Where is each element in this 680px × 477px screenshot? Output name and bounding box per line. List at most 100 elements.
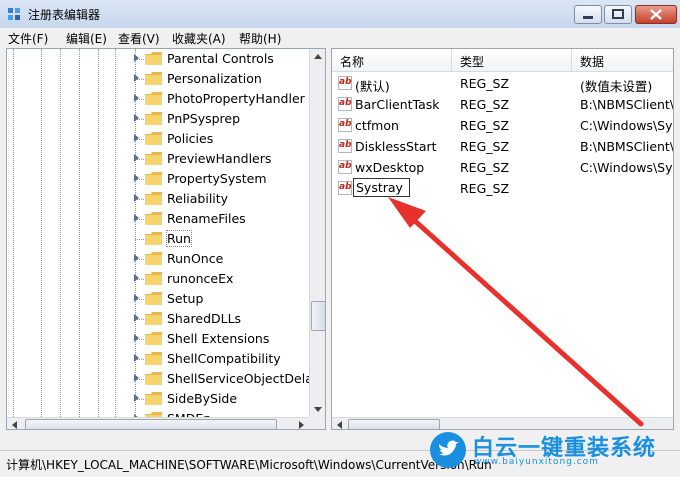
menu-view[interactable]: 查看(V) (118, 30, 160, 47)
expand-arrow-icon[interactable] (134, 374, 139, 382)
scroll-left-icon[interactable] (334, 419, 346, 430)
values-list-pane[interactable]: 名称 类型 数据 ab (默认) REG_SZ (数值未设置) ab BarClientT… (331, 48, 674, 430)
tree-item[interactable]: ShellCompatibility (134, 349, 319, 369)
regedit-app-icon (8, 8, 20, 20)
expand-arrow-icon[interactable] (134, 134, 139, 142)
rename-input[interactable]: Systray (353, 178, 410, 197)
value-type: REG_SZ (460, 118, 510, 133)
menu-help[interactable]: 帮助(H) (239, 30, 281, 47)
tree-item-label: RenameFiles (167, 211, 246, 226)
tree-item-label: Run (166, 230, 192, 247)
tree-item[interactable]: Reliability (134, 189, 319, 209)
tree-item-label: Parental Controls (167, 51, 274, 66)
string-value-icon: ab (338, 97, 352, 111)
tree-item[interactable]: Parental Controls (134, 49, 319, 69)
value-data: C:\Windows\Sys (580, 160, 674, 175)
bird-logo-icon (430, 432, 466, 468)
value-type: REG_SZ (460, 181, 510, 196)
tree-item-label: PnPSysprep (167, 111, 241, 126)
expand-arrow-icon[interactable] (134, 274, 139, 282)
menu-file[interactable]: 文件(F) (8, 30, 48, 47)
expand-arrow-icon[interactable] (134, 314, 139, 322)
tree-item[interactable]: runonceEx (134, 269, 319, 289)
tree-guide-line (98, 49, 99, 419)
value-name: ctfmon (355, 118, 399, 133)
expand-arrow-icon[interactable] (134, 194, 139, 202)
tree-item[interactable]: Policies (134, 129, 319, 149)
maximize-icon (612, 9, 624, 19)
list-header: 名称 类型 数据 (332, 49, 673, 72)
value-name: wxDesktop (355, 160, 425, 175)
minimize-button[interactable] (574, 5, 602, 24)
expand-arrow-icon[interactable] (134, 114, 139, 122)
tree-vertical-scroll-thumb[interactable] (311, 301, 325, 331)
registry-tree-pane[interactable]: Parental Controls Personalization PhotoPro… (6, 48, 326, 430)
folder-icon (145, 292, 162, 305)
tree-vertical-scrollbar[interactable] (309, 49, 326, 419)
tree-item[interactable]: PnPSysprep (134, 109, 319, 129)
expand-arrow-icon[interactable] (134, 154, 139, 162)
expand-arrow-icon[interactable] (134, 354, 139, 362)
tree-item-label: runonceEx (167, 271, 234, 286)
tree-item[interactable]: RunOnce (134, 249, 319, 269)
registry-value-row[interactable]: ab Systray REG_SZ (332, 178, 673, 199)
expand-arrow-icon[interactable] (134, 254, 139, 262)
expand-arrow-icon[interactable] (134, 214, 139, 222)
expand-arrow-icon[interactable] (134, 74, 139, 82)
menu-bar: 文件(F) 编辑(E) 查看(V) 收藏夹(A) 帮助(H) (0, 28, 680, 47)
list-horizontal-scroll-thumb[interactable] (348, 419, 440, 429)
value-data: C:\Windows\Sys (580, 118, 674, 133)
tree-item[interactable]: PreviewHandlers (134, 149, 319, 169)
tree-item[interactable]: ShellServiceObjectDelayL (134, 369, 325, 389)
tree-guide-line (41, 49, 42, 419)
close-button[interactable] (635, 5, 677, 24)
column-header-data[interactable]: 数据 (572, 49, 673, 71)
string-value-icon: ab (338, 139, 352, 153)
menu-edit[interactable]: 编辑(E) (66, 30, 107, 47)
tree-item[interactable]: Shell Extensions (134, 329, 319, 349)
tree-item[interactable]: Run (134, 229, 319, 249)
expand-arrow-icon[interactable] (134, 94, 139, 102)
registry-value-row[interactable]: ab wxDesktop REG_SZ C:\Windows\Sys (332, 157, 674, 178)
scroll-down-icon[interactable] (310, 401, 326, 417)
string-value-icon: ab (338, 181, 352, 195)
maximize-button[interactable] (604, 5, 632, 24)
expand-arrow-icon[interactable] (134, 334, 139, 342)
registry-value-row[interactable]: ab ctfmon REG_SZ C:\Windows\Sys (332, 115, 674, 136)
folder-icon (145, 312, 162, 325)
folder-icon (145, 272, 162, 285)
registry-value-row[interactable]: ab DisklessStart REG_SZ B:\NBMSClient\ (332, 136, 673, 157)
tree-item[interactable]: SideBySide (134, 389, 319, 409)
tree-item-label: Reliability (167, 191, 229, 206)
tree-horizontal-scroll-thumb[interactable] (25, 419, 277, 429)
tree-item[interactable]: Setup (134, 289, 319, 309)
expand-arrow-icon[interactable] (134, 394, 139, 402)
tree-item[interactable]: PropertySystem (134, 169, 319, 189)
value-type: REG_SZ (460, 76, 510, 91)
tree-item[interactable]: RenameFiles (134, 209, 319, 229)
scroll-up-icon[interactable] (310, 49, 326, 65)
expand-arrow-icon[interactable] (134, 174, 139, 182)
string-value-icon: ab (338, 118, 352, 132)
column-header-name[interactable]: 名称 (332, 49, 452, 71)
tree-guide-line (60, 49, 61, 419)
registry-value-row[interactable]: ab (默认) REG_SZ (数值未设置) (332, 73, 673, 94)
folder-icon (145, 92, 162, 105)
scroll-right-icon[interactable] (295, 419, 307, 430)
registry-value-row[interactable]: ab BarClientTask REG_SZ B:\NBMSClient\ (332, 94, 673, 115)
watermark-logo: 白云一键重装系统 www.baiyunxitong.com (430, 432, 675, 472)
tree-item-label: Personalization (167, 71, 262, 86)
tree-item[interactable]: Personalization (134, 69, 319, 89)
scroll-left-icon[interactable] (9, 419, 21, 430)
value-type: REG_SZ (460, 160, 510, 175)
column-header-type[interactable]: 类型 (452, 49, 572, 71)
expand-arrow-icon[interactable] (134, 294, 139, 302)
tree-item[interactable]: PhotoPropertyHandler (134, 89, 319, 109)
tree-horizontal-scrollbar[interactable] (7, 417, 309, 430)
tree-item-label: ShellServiceObjectDelayL (167, 371, 326, 386)
menu-favorites[interactable]: 收藏夹(A) (172, 30, 226, 47)
tree-item[interactable]: SharedDLLs (134, 309, 319, 329)
folder-icon (145, 132, 162, 145)
expand-arrow-icon[interactable] (134, 54, 139, 62)
list-horizontal-scrollbar[interactable] (332, 417, 673, 430)
